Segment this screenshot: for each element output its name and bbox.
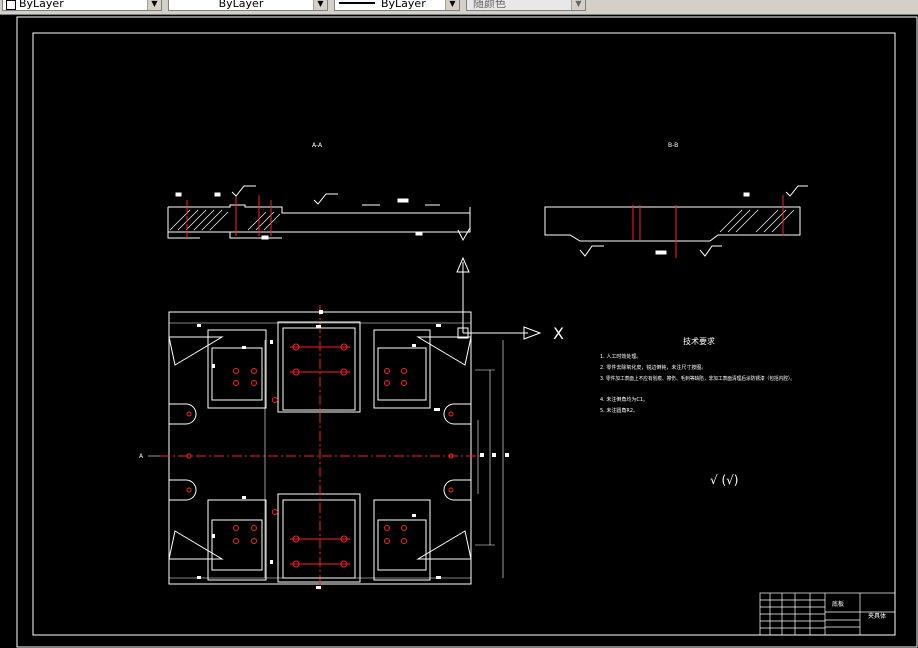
linetype-combo-value: ByLayer	[218, 0, 264, 10]
drawing-canvas[interactable]: A-A B-B A X 技术要求 1. 人工时效处理。 2. 零件去除氧化皮，锐…	[0, 15, 918, 648]
plotstyle-combo-value: 随颜色	[473, 0, 506, 10]
ucs-icon: X	[456, 256, 564, 343]
tech-line-4: 4. 未注倒角均为C1。	[600, 396, 648, 403]
lineweight-combo-value: ByLayer	[381, 0, 426, 10]
lineweight-sample-icon	[339, 2, 375, 4]
tech-line-2: 2. 零件去除氧化皮，锐边倒钝，未注尺寸按图。	[600, 364, 706, 371]
section-a-label: A-A	[312, 142, 323, 149]
layer-combo[interactable]: ByLayer ▼	[2, 0, 162, 11]
plan-view: A	[139, 305, 509, 590]
section-a-a: A-A	[167, 142, 471, 242]
outer-border	[16, 16, 918, 648]
view-arrow-label: A	[139, 453, 144, 460]
chevron-down-icon[interactable]: ▼	[445, 0, 459, 10]
color-swatch-icon	[6, 0, 16, 10]
axis-x-label: X	[553, 324, 564, 343]
lineweight-combo[interactable]: ByLayer ▼	[334, 0, 460, 11]
linetype-combo[interactable]: ByLayer ▼	[168, 0, 328, 11]
tech-line-3: 3. 零件加工表面上不应有划痕、擦伤、毛刺等缺陷，非加工表面清理后涂防锈漆（包括…	[600, 375, 795, 382]
technical-requirements: 技术要求 1. 人工时效处理。 2. 零件去除氧化皮，锐边倒钝，未注尺寸按图。 …	[600, 336, 795, 487]
section-b-label: B-B	[668, 142, 678, 149]
chevron-down-icon[interactable]: ▼	[313, 0, 327, 10]
tech-line-1: 1. 人工时效处理。	[600, 353, 641, 360]
roughness-note: √ (√)	[710, 473, 738, 487]
chevron-down-icon[interactable]: ▼	[571, 0, 585, 10]
plotstyle-combo[interactable]: 随颜色 ▼	[466, 0, 586, 11]
tech-line-5: 5. 未注圆角R2。	[600, 407, 638, 414]
drawing-frame	[32, 32, 896, 636]
title-block-code: 夹具体	[868, 612, 886, 620]
section-b-b: B-B	[544, 142, 808, 258]
properties-toolbar: ByLayer ▼ ByLayer ▼ ByLayer ▼ 随颜色 ▼	[0, 0, 918, 15]
tech-title: 技术要求	[683, 336, 715, 346]
title-block: 底板 夹具体	[759, 592, 896, 636]
title-block-name: 底板	[832, 600, 844, 608]
chevron-down-icon[interactable]: ▼	[147, 0, 161, 10]
layer-combo-value: ByLayer	[19, 0, 64, 10]
